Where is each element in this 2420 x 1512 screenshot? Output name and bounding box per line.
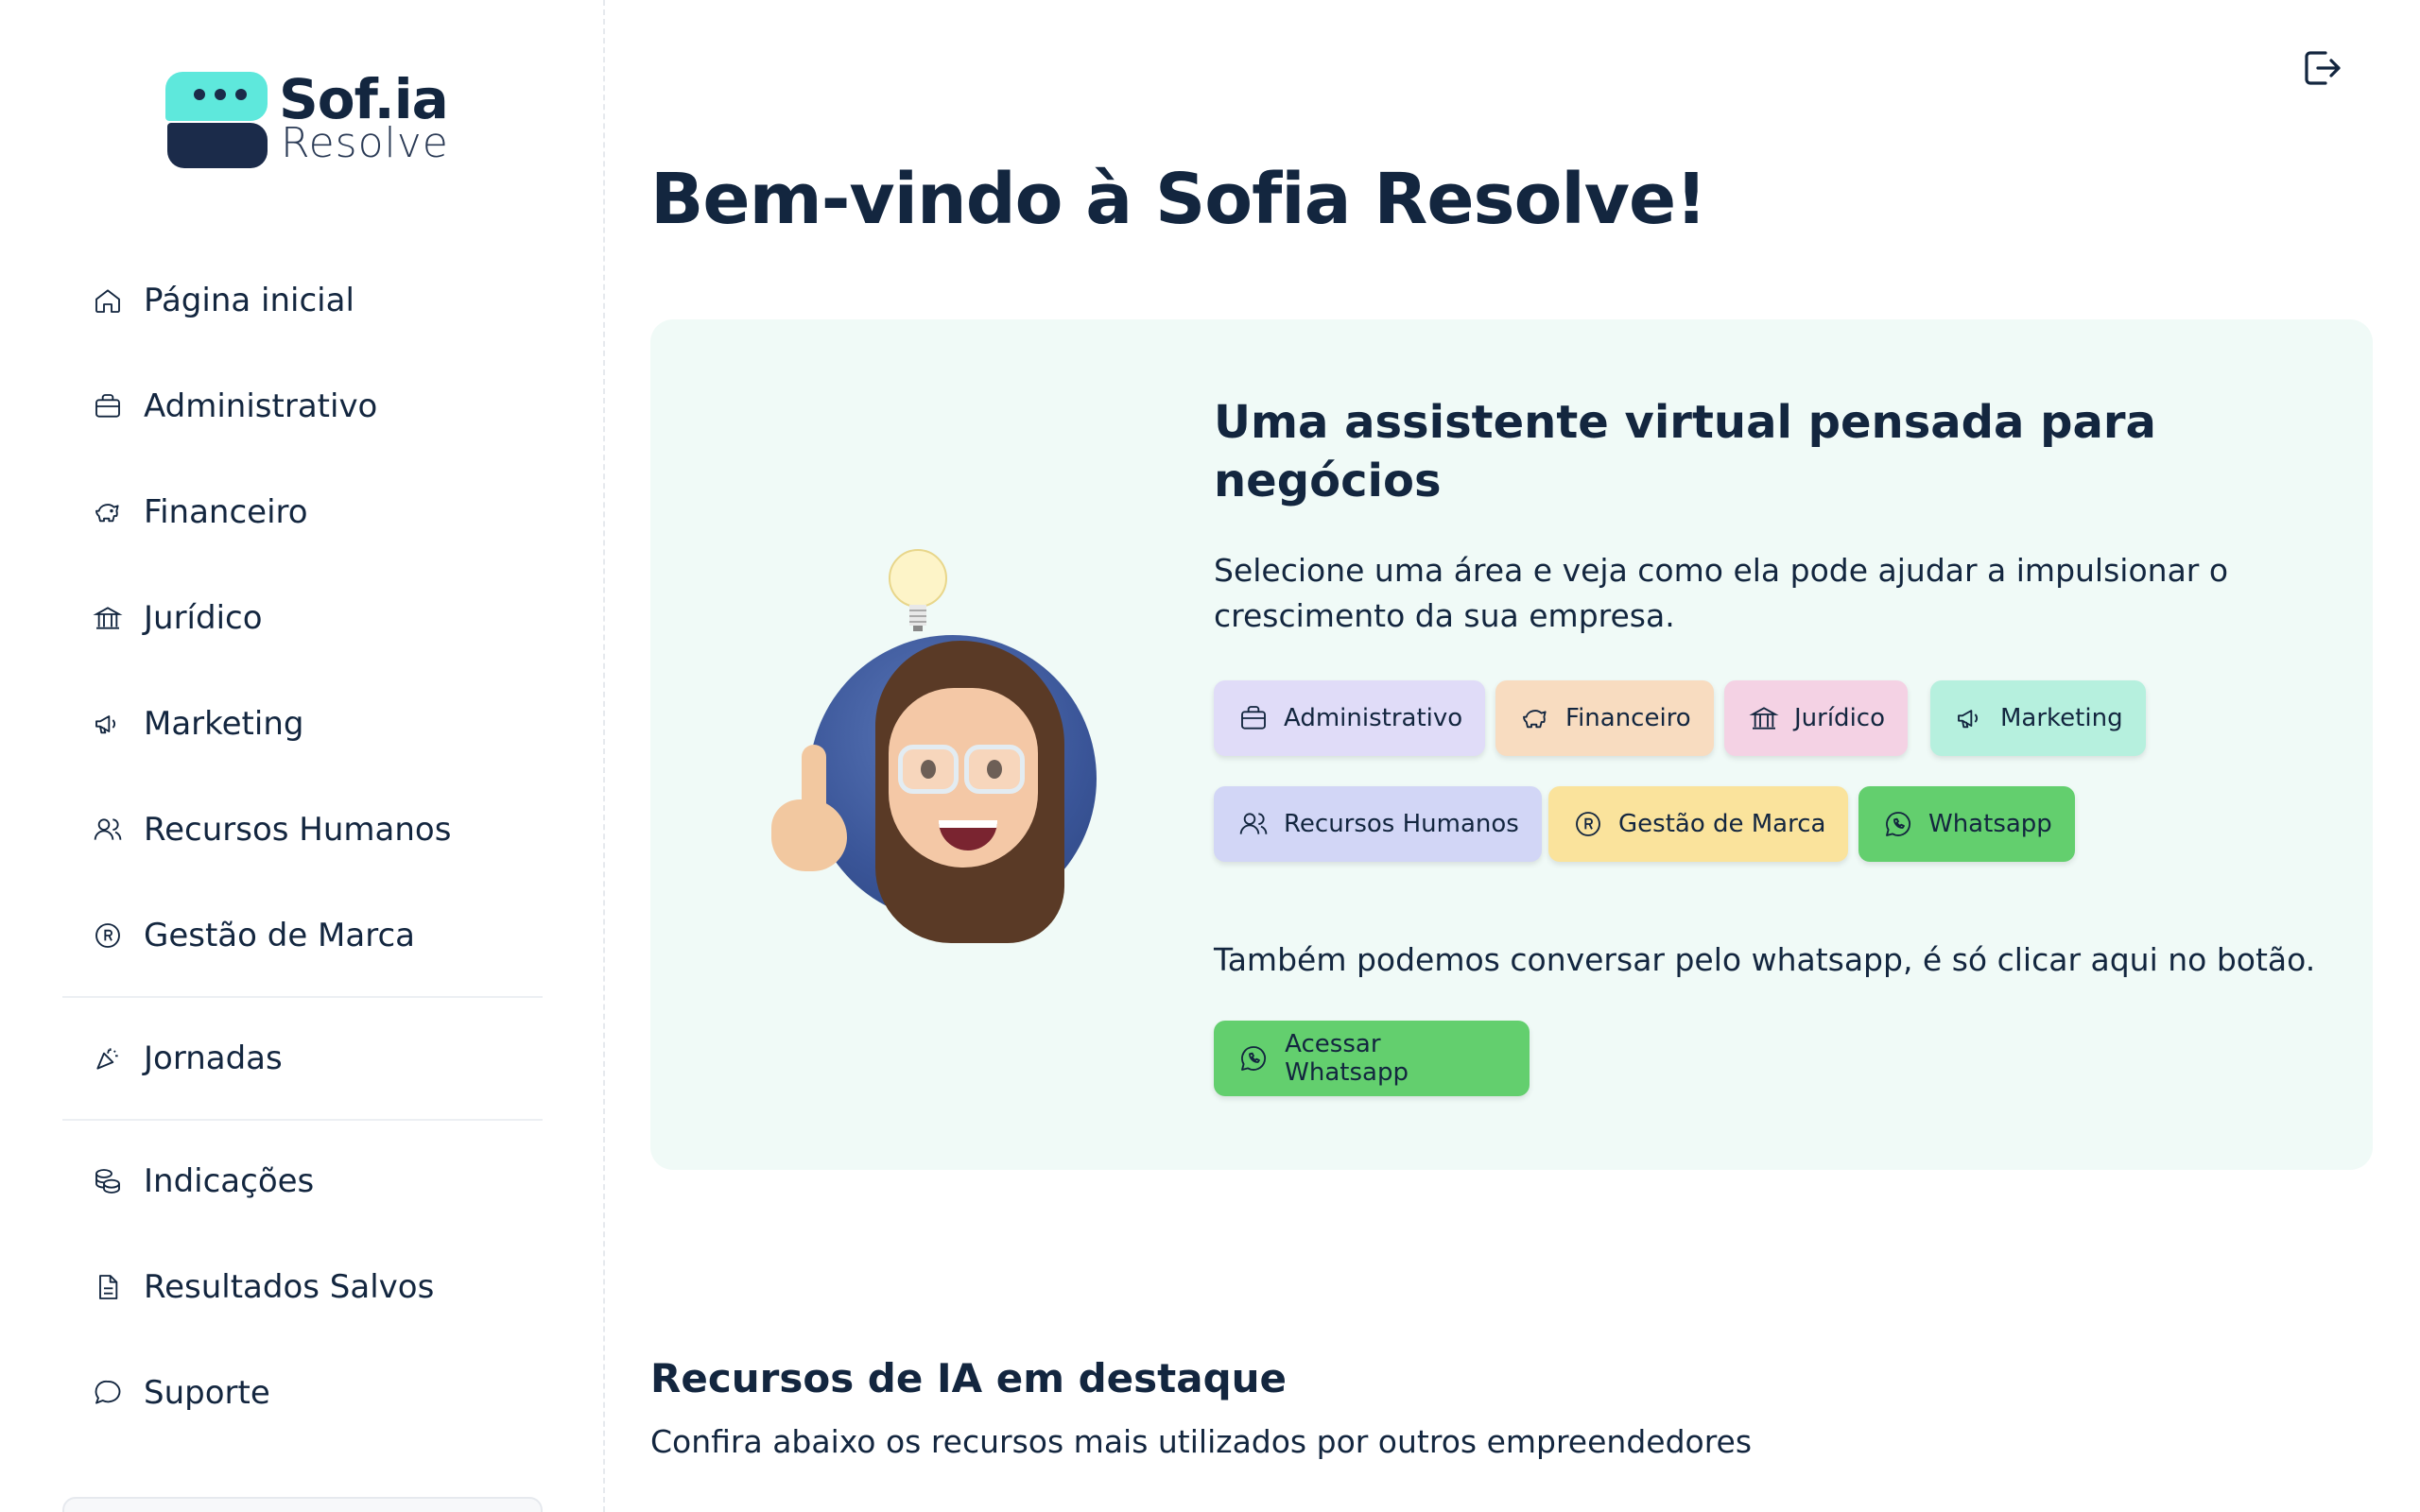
brand-logo[interactable]: Sof.ia Resolve — [165, 68, 449, 172]
party-popper-icon — [91, 1041, 125, 1075]
sidebar-item-financeiro[interactable]: Financeiro — [91, 484, 308, 541]
chip-juridico[interactable]: Jurídico — [1724, 680, 1908, 756]
hero-card: Uma assistente virtual pensada para negó… — [650, 319, 2373, 1170]
registered-mark-icon — [1571, 807, 1605, 841]
briefcase-icon — [1236, 701, 1270, 735]
whatsapp-icon — [1881, 807, 1915, 841]
sidebar-bottom-card[interactable] — [62, 1497, 543, 1512]
featured-section-title: Recursos de IA em destaque — [650, 1355, 1288, 1401]
coins-icon — [91, 1164, 125, 1198]
whatsapp-icon — [1236, 1041, 1270, 1075]
avatar-glasses — [898, 745, 959, 794]
sidebar-item-pagina-inicial[interactable]: Página inicial — [91, 272, 354, 329]
sidebar-item-jornadas[interactable]: Jornadas — [91, 1030, 283, 1087]
sidebar-item-label: Gestão de Marca — [144, 917, 415, 954]
sidebar-item-marketing[interactable]: Marketing — [91, 696, 303, 752]
registered-mark-icon — [91, 919, 125, 953]
sidebar-item-label: Suporte — [144, 1374, 270, 1412]
bank-building-icon — [1747, 701, 1781, 735]
briefcase-icon — [91, 389, 125, 423]
page-title: Bem-vindo à Sofia Resolve! — [650, 159, 1707, 240]
sidebar-item-label: Jurídico — [144, 599, 263, 637]
piggy-bank-icon — [91, 495, 125, 529]
sidebar-item-resultados-salvos[interactable]: Resultados Salvos — [91, 1259, 434, 1315]
hero-text: Selecione uma área e veja como ela pode … — [1214, 552, 2229, 634]
access-whatsapp-label: Acessar Whatsapp — [1285, 1030, 1409, 1087]
sidebar-item-juridico[interactable]: Jurídico — [91, 590, 263, 646]
megaphone-icon — [91, 707, 125, 741]
piggy-bank-icon — [1518, 701, 1552, 735]
document-icon — [91, 1270, 125, 1304]
sidebar-item-suporte[interactable]: Suporte — [91, 1365, 270, 1421]
sidebar-item-administrativo[interactable]: Administrativo — [91, 378, 377, 435]
chip-whatsapp[interactable]: Whatsapp — [1858, 786, 2075, 862]
sidebar-item-label: Resultados Salvos — [144, 1268, 435, 1306]
sidebar-item-indicacoes[interactable]: Indicações — [91, 1153, 314, 1210]
sidebar-item-label: Indicações — [144, 1162, 315, 1200]
sidebar-item-label: Jornadas — [144, 1040, 283, 1077]
whatsapp-info-text: Também podemos conversar pelo whatsapp, … — [1214, 941, 2316, 978]
chip-gestao-de-marca[interactable]: Gestão de Marca — [1548, 786, 1849, 862]
featured-section-subtitle: Confira abaixo os recursos mais utilizad… — [650, 1423, 1753, 1460]
chip-label: Financeiro — [1565, 704, 1691, 732]
sidebar-divider — [62, 996, 543, 998]
chip-label: Whatsapp — [1928, 810, 2052, 838]
hero-heading: Uma assistente virtual pensada para negó… — [1214, 396, 2156, 507]
chip-label: Recursos Humanos — [1284, 810, 1519, 838]
sidebar-divider — [62, 1119, 543, 1121]
sidebar-item-label: Página inicial — [144, 282, 354, 319]
users-icon — [1236, 807, 1270, 841]
chip-financeiro[interactable]: Financeiro — [1495, 680, 1714, 756]
avatar-glasses — [964, 745, 1025, 794]
sidebar-item-label: Financeiro — [144, 493, 308, 531]
sidebar-item-label: Recursos Humanos — [144, 811, 452, 849]
sidebar: Sof.ia Resolve Página inicial Administra… — [0, 0, 605, 1512]
avatar-finger — [802, 745, 826, 830]
megaphone-icon — [1953, 701, 1987, 735]
home-icon — [91, 284, 125, 318]
sidebar-item-recursos-humanos[interactable]: Recursos Humanos — [91, 801, 451, 858]
users-icon — [91, 813, 125, 847]
chip-administrativo[interactable]: Administrativo — [1214, 680, 1486, 756]
access-whatsapp-button[interactable]: Acessar Whatsapp — [1214, 1021, 1530, 1096]
sidebar-item-label: Administrativo — [144, 387, 378, 425]
chip-label: Administrativo — [1284, 704, 1463, 732]
brand-tagline: Resolve — [281, 119, 449, 167]
chat-bubble-icon — [91, 1376, 125, 1410]
bank-building-icon — [91, 601, 125, 635]
sidebar-item-gestao-de-marca[interactable]: Gestão de Marca — [91, 907, 415, 964]
sidebar-item-label: Marketing — [144, 705, 304, 743]
chip-label: Jurídico — [1794, 704, 1885, 732]
logout-icon[interactable] — [2299, 45, 2344, 91]
assistant-avatar — [764, 546, 1123, 943]
chip-marketing[interactable]: Marketing — [1930, 680, 2146, 756]
chip-recursos-humanos[interactable]: Recursos Humanos — [1214, 786, 1542, 862]
chip-label: Marketing — [2000, 704, 2123, 732]
chat-bubbles-logo-icon — [165, 72, 269, 170]
chip-label: Gestão de Marca — [1618, 810, 1826, 838]
